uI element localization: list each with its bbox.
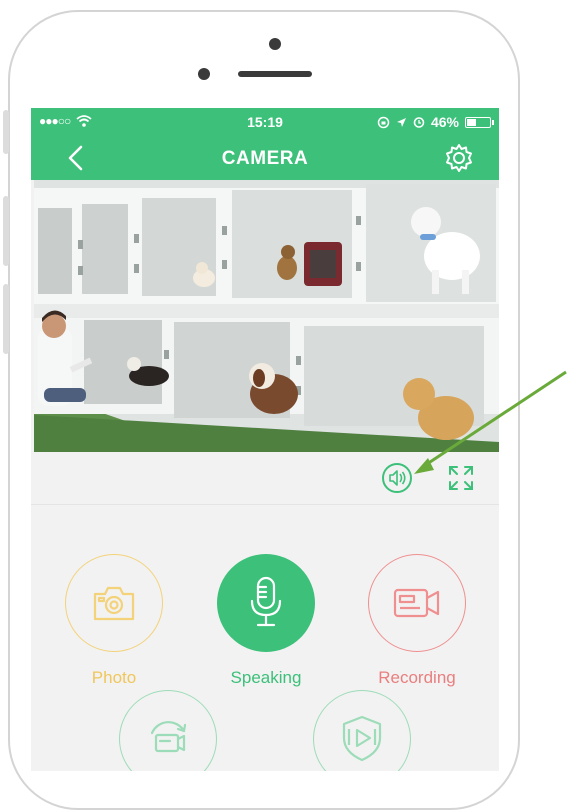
video-controls-bar <box>31 452 499 505</box>
camera-icon <box>93 586 135 621</box>
speaking-action[interactable]: Speaking <box>216 554 316 688</box>
video-playback-button[interactable] <box>313 690 411 771</box>
fullscreen-expand-icon[interactable] <box>445 462 477 494</box>
video-playback-action[interactable] <box>312 690 412 771</box>
recording-action[interactable]: Recording <box>367 554 467 688</box>
video-recorder-icon <box>393 588 440 618</box>
photo-action[interactable]: Photo <box>64 554 164 688</box>
location-icon <box>396 117 406 127</box>
switch-camera-button[interactable] <box>119 690 217 771</box>
volume-down-button <box>3 284 9 354</box>
battery-icon <box>465 116 494 128</box>
photo-label: Photo <box>91 668 137 687</box>
speaking-label: Speaking <box>230 668 302 687</box>
speaking-button[interactable] <box>217 554 315 652</box>
rotation-lock-icon <box>377 116 390 128</box>
switch-camera-action[interactable] <box>118 690 218 771</box>
recording-button[interactable] <box>368 554 466 652</box>
battery-percent: 46% <box>430 114 459 130</box>
photo-button[interactable] <box>65 554 163 652</box>
front-camera <box>269 38 281 50</box>
status-bar: ●●●○○ 15:19 46% <box>31 108 499 136</box>
volume-up-button <box>3 196 9 266</box>
video-playback-icon <box>342 715 382 762</box>
earpiece-speaker <box>238 71 312 77</box>
microphone-icon <box>250 576 282 627</box>
alarm-icon <box>413 117 425 128</box>
recording-label: Recording <box>378 668 456 687</box>
settings-gear-icon[interactable] <box>443 142 475 174</box>
nav-bar: CAMERA <box>31 136 499 180</box>
rotate-camera-icon <box>150 721 187 753</box>
camera-live-feed[interactable] <box>34 180 499 452</box>
mute-switch <box>3 110 9 154</box>
page-title: CAMERA <box>221 148 309 169</box>
app-screen: ●●●○○ 15:19 46% CAMERA Photo Speaking Re… <box>31 108 499 771</box>
proximity-sensor <box>198 68 210 80</box>
speaker-volume-icon[interactable] <box>381 462 413 494</box>
